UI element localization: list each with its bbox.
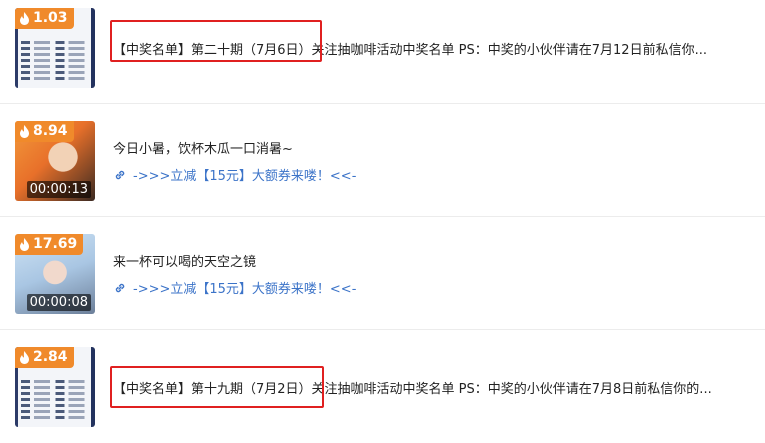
item-title[interactable]: 今日小暑，饮杯木瓜一口消暑~ (113, 138, 293, 157)
heat-badge: 1.03 (15, 8, 74, 29)
feed-item[interactable]: 2.84 【中奖名单】第十九期（7月2日）关注抽咖啡活动中奖名单 PS：中奖的小… (0, 330, 765, 443)
heat-badge: 17.69 (15, 234, 84, 255)
feed-item[interactable]: 1.03 【中奖名单】第二十期（7月6日）关注抽咖啡活动中奖名单 PS：中奖的小… (0, 0, 765, 104)
thumbnail-list-lines (21, 38, 87, 83)
content-feed: 1.03 【中奖名单】第二十期（7月6日）关注抽咖啡活动中奖名单 PS：中奖的小… (0, 0, 765, 442)
heat-value: 17.69 (33, 236, 78, 252)
thumbnail-list-lines (21, 377, 87, 422)
coupon-link-label: ->>>立减【15元】大额券来喽！<<- (133, 169, 357, 184)
heat-badge: 2.84 (15, 347, 74, 368)
coupon-link[interactable]: ->>>立减【15元】大额券来喽！<<- (113, 165, 356, 184)
video-thumbnail[interactable]: 8.94 00:00:13 (15, 121, 95, 201)
winner-list-thumbnail[interactable]: 2.84 (15, 347, 95, 427)
highlight-box (110, 20, 322, 62)
heat-value: 8.94 (33, 123, 68, 139)
flame-icon (20, 351, 29, 364)
heat-value: 2.84 (33, 349, 68, 365)
feed-item[interactable]: 8.94 00:00:13 今日小暑，饮杯木瓜一口消暑~ ->>>立减【15元】… (0, 104, 765, 217)
winner-list-thumbnail[interactable]: 1.03 (15, 8, 95, 88)
link-icon (115, 283, 125, 292)
video-thumbnail[interactable]: 17.69 00:00:08 (15, 234, 95, 314)
coupon-link-label: ->>>立减【15元】大额券来喽！<<- (133, 282, 357, 297)
highlight-box (110, 366, 324, 408)
video-duration: 00:00:08 (26, 294, 91, 311)
flame-icon (20, 125, 29, 138)
feed-item[interactable]: 17.69 00:00:08 来一杯可以喝的天空之镜 ->>>立减【15元】大额… (0, 217, 765, 330)
heat-badge: 8.94 (15, 121, 74, 142)
heat-value: 1.03 (33, 10, 68, 26)
flame-icon (20, 12, 29, 25)
video-duration: 00:00:13 (26, 181, 91, 198)
flame-icon (20, 238, 29, 251)
coupon-link[interactable]: ->>>立减【15元】大额券来喽！<<- (113, 278, 356, 297)
item-title[interactable]: 来一杯可以喝的天空之镜 (113, 251, 256, 270)
link-icon (115, 170, 125, 179)
